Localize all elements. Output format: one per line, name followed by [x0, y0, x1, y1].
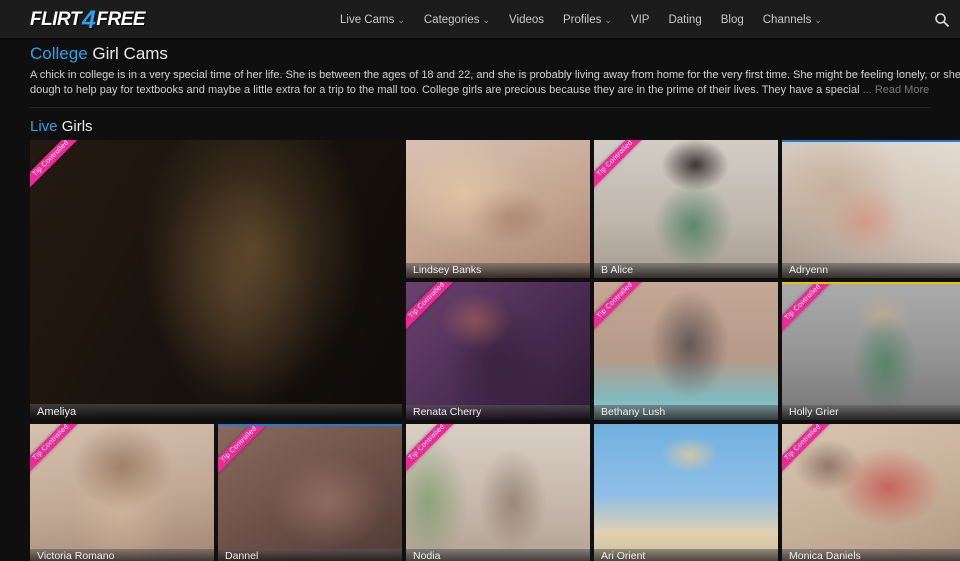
page-title-rest: Girl Cams	[88, 44, 168, 63]
model-name: Victoria Romano	[30, 549, 214, 561]
cam-card-monica-daniels[interactable]: Tip Controlled Monica Daniels	[782, 424, 960, 561]
nav-item-channels[interactable]: Channels ⌄	[763, 14, 822, 26]
cam-thumbnail	[406, 282, 590, 420]
nav-item-categories[interactable]: Categories ⌄	[424, 14, 490, 26]
cam-card-ari-orient[interactable]: Ari Orient	[594, 424, 778, 561]
description-line-2: dough to help pay for textbooks and mayb…	[30, 83, 960, 98]
cam-thumbnail	[30, 424, 214, 561]
logo-text-4: 4	[82, 10, 95, 30]
cam-card-holly-grier[interactable]: Tip Controlled Holly Grier	[782, 282, 960, 420]
nav-item-videos[interactable]: Videos	[509, 14, 544, 26]
cam-thumbnail	[406, 424, 590, 561]
model-name: Dannel	[218, 549, 402, 561]
cam-thumbnail	[30, 140, 402, 420]
cam-card-adryenn[interactable]: Adryenn	[782, 140, 960, 278]
cam-card-dannel[interactable]: Tip Controlled Dannel	[218, 424, 402, 561]
nav-item-dating[interactable]: Dating	[668, 14, 701, 26]
nav-item-vip[interactable]: VIP	[631, 14, 650, 26]
nav-item-blog[interactable]: Blog	[721, 14, 744, 26]
cam-thumbnail	[594, 282, 778, 420]
cam-card-victoria-romano[interactable]: Tip Controlled Victoria Romano	[30, 424, 214, 561]
main-nav: Live Cams ⌄ Categories ⌄ Videos Profiles…	[340, 0, 822, 40]
read-more-link[interactable]: ... Read More	[863, 84, 930, 96]
site-logo[interactable]: FLIRT4FREE	[30, 7, 145, 33]
cam-card-renata-cherry[interactable]: Tip Controlled Renata Cherry	[406, 282, 590, 420]
section-title-accent: Live	[30, 118, 58, 135]
cam-card-b-alice[interactable]: Tip Controlled B Alice	[594, 140, 778, 278]
divider	[30, 107, 930, 108]
model-name: B Alice	[594, 263, 778, 278]
cam-thumbnail	[218, 426, 402, 561]
model-name: Holly Grier	[782, 405, 960, 420]
section-title-rest: Girls	[58, 118, 93, 135]
cam-card-nodia[interactable]: Tip Controlled Nodia	[406, 424, 590, 561]
chevron-down-icon: ⌄	[483, 15, 491, 26]
model-name: Adryenn	[782, 263, 960, 278]
model-name: Monica Daniels	[782, 549, 960, 561]
cam-thumbnail	[782, 142, 960, 278]
logo-text-flirt: FLIRT	[30, 9, 81, 31]
model-name: Ari Orient	[594, 549, 778, 561]
chevron-down-icon: ⌄	[397, 15, 405, 26]
live-girls-grid: Tip Controlled Ameliya Lindsey Banks Tip…	[30, 140, 960, 561]
nav-item-profiles[interactable]: Profiles ⌄	[563, 14, 612, 26]
cam-thumbnail	[594, 140, 778, 278]
nav-item-live-cams[interactable]: Live Cams ⌄	[340, 14, 405, 26]
top-nav-bar: FLIRT4FREE Live Cams ⌄ Categories ⌄ Vide…	[0, 0, 960, 40]
cam-thumbnail	[594, 424, 778, 561]
model-name: Lindsey Banks	[406, 263, 590, 278]
category-description: A chick in college is in a very special …	[30, 68, 960, 97]
description-line-1: A chick in college is in a very special …	[30, 68, 960, 83]
model-name: Bethany Lush	[594, 405, 778, 420]
section-title-live-girls: Live Girls	[30, 118, 93, 135]
logo-text-free: FREE	[96, 9, 145, 31]
page-title-accent: College	[30, 44, 88, 63]
search-icon[interactable]	[934, 12, 950, 28]
cam-card-ameliya[interactable]: Tip Controlled Ameliya	[30, 140, 402, 420]
model-name: Ameliya	[30, 404, 402, 420]
model-name: Nodia	[406, 549, 590, 561]
chevron-down-icon: ⌄	[604, 15, 612, 26]
cam-thumbnail	[406, 140, 590, 278]
cam-card-bethany-lush[interactable]: Tip Controlled Bethany Lush	[594, 282, 778, 420]
cam-card-lindsey-banks[interactable]: Lindsey Banks	[406, 140, 590, 278]
chevron-down-icon: ⌄	[814, 15, 822, 26]
model-name: Renata Cherry	[406, 405, 590, 420]
